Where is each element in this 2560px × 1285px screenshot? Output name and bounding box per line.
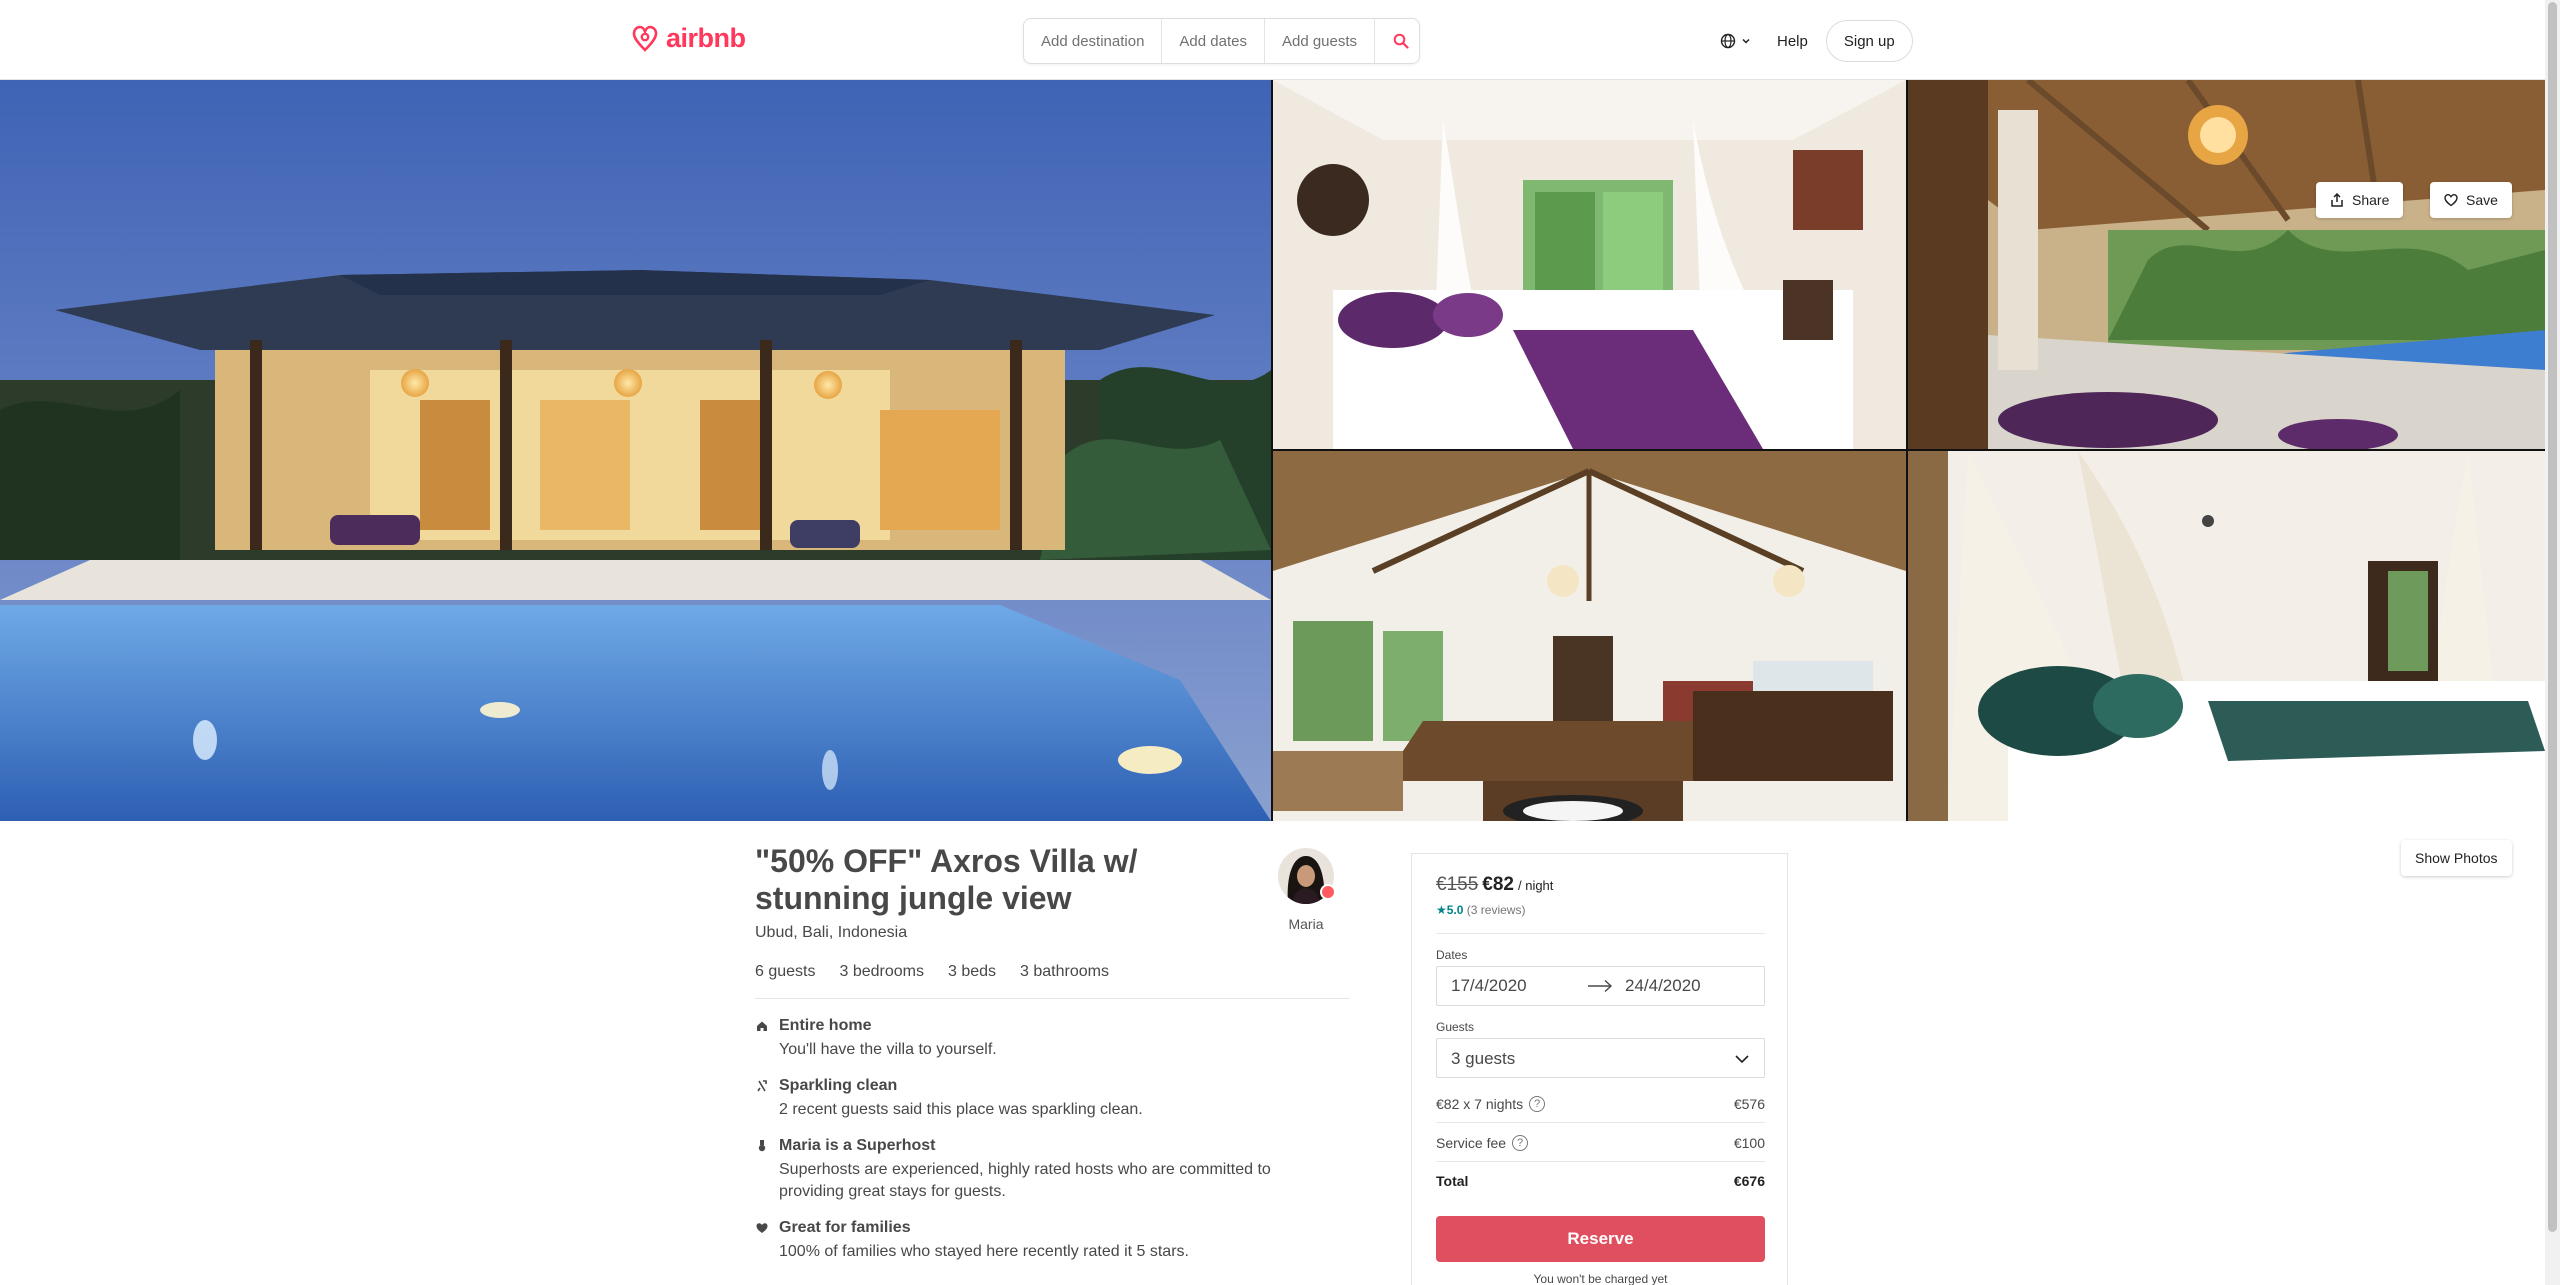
feature-title: Sparkling clean: [779, 1077, 898, 1094]
rating-summary[interactable]: ★5.0 (3 reviews): [1436, 903, 1525, 917]
bedroom-purple-image: [1273, 80, 1906, 449]
chevron-down-icon: [1742, 38, 1750, 44]
share-button[interactable]: Share: [2316, 182, 2404, 218]
sparkle-icon: [757, 1080, 767, 1092]
help-link[interactable]: Help: [1777, 33, 1808, 50]
booking-card: €155 €82 / night ★5.0 (3 reviews) Dates …: [1411, 853, 1788, 1285]
arrow-right-icon: [1588, 979, 1613, 993]
photo-bedroom-purple[interactable]: [1273, 80, 1906, 449]
share-label: Share: [2352, 192, 2390, 208]
feature-description: You'll have the villa to yourself.: [779, 1041, 997, 1058]
feature-description: 2 recent guests said this place was spar…: [779, 1101, 1143, 1118]
living-pool-image: [1908, 80, 2545, 449]
stat-bathrooms: 3 bathrooms: [1020, 963, 1109, 980]
photo-dining-kitchen[interactable]: [1273, 451, 1906, 821]
total-label: Total: [1436, 1173, 1469, 1189]
service-fee-row: Service fee ? €100: [1436, 1135, 1765, 1151]
home-icon: [757, 1021, 767, 1031]
nights-label: €82 x 7 nights: [1436, 1096, 1524, 1112]
per-night-label: / night: [1517, 878, 1554, 893]
airbnb-logo-icon: [632, 25, 658, 52]
photo-bedroom-teal[interactable]: [1908, 451, 2545, 821]
guests-label: Guests: [1436, 1020, 1475, 1034]
globe-icon: [1720, 33, 1736, 49]
rating-value: ★5.0: [1436, 903, 1464, 917]
airbnb-logo[interactable]: airbnb: [630, 22, 746, 54]
logo-text: airbnb: [666, 22, 746, 53]
listing-location[interactable]: Ubud, Bali, Indonesia: [755, 924, 907, 942]
share-icon: [2331, 193, 2343, 207]
review-count: (3 reviews): [1466, 903, 1526, 917]
feature-description: Superhosts are experienced, highly rated…: [779, 1161, 1271, 1200]
check-out-date[interactable]: 24/4/2020: [1625, 976, 1701, 996]
save-label: Save: [2466, 192, 2498, 208]
search-button[interactable]: [1375, 19, 1427, 63]
service-fee-label: Service fee: [1436, 1135, 1507, 1151]
add-dates-button[interactable]: Add dates: [1162, 19, 1265, 63]
dates-label: Dates: [1436, 948, 1468, 962]
date-range-picker[interactable]: 17/4/2020 24/4/2020: [1436, 966, 1765, 1006]
guests-value: 3 guests: [1451, 1049, 1516, 1068]
superhost-badge-icon: [1320, 884, 1336, 900]
reserve-button[interactable]: Reserve: [1436, 1216, 1765, 1262]
nights-cost-row: €82 x 7 nights ? €576: [1436, 1096, 1765, 1112]
signup-button[interactable]: Sign up: [1825, 20, 1913, 62]
medal-icon: [758, 1140, 766, 1152]
discounted-price: €82: [1482, 874, 1514, 895]
scrollbar-thumb[interactable]: [2548, 2, 2557, 1232]
total-amount: €676: [1733, 1173, 1765, 1189]
stat-beds: 3 beds: [947, 963, 997, 980]
stat-guests: 6 guests: [755, 963, 816, 980]
feature-description: 100% of families who stayed here recentl…: [779, 1243, 1189, 1260]
heart-icon: [2444, 193, 2458, 207]
original-price: €155: [1436, 874, 1479, 895]
card-divider: [1436, 1122, 1765, 1123]
question-icon[interactable]: ?: [1512, 1135, 1529, 1151]
feature-title: Maria is a Superhost: [779, 1137, 936, 1154]
feature-title: Entire home: [779, 1017, 872, 1034]
no-charge-note: You won't be charged yet: [1533, 1272, 1668, 1285]
heart-icon: [756, 1223, 768, 1233]
dining-kitchen-image: [1273, 451, 1906, 821]
price-row: €155 €82 / night: [1436, 874, 1553, 896]
total-row: Total €676: [1436, 1173, 1765, 1189]
search-icon: [1393, 33, 1409, 49]
add-guests-button[interactable]: Add guests: [1265, 19, 1376, 63]
photo-villa-exterior[interactable]: [0, 80, 1271, 821]
bedroom-teal-image: [1908, 451, 2545, 821]
add-destination-button[interactable]: Add destination: [1024, 19, 1163, 63]
search-bar[interactable]: Add destination Add dates Add guests: [1023, 18, 1420, 64]
card-divider: [1436, 933, 1765, 934]
language-selector[interactable]: [1720, 33, 1751, 49]
show-photos-button[interactable]: Show Photos: [2401, 840, 2512, 876]
question-icon[interactable]: ?: [1529, 1096, 1546, 1112]
photo-living-pool[interactable]: [1908, 80, 2545, 449]
nights-amount: €576: [1733, 1096, 1765, 1112]
feature-title: Great for families: [779, 1219, 911, 1236]
section-divider: [755, 998, 1350, 999]
page-scrollbar[interactable]: [2545, 0, 2560, 1285]
card-divider: [1436, 1161, 1765, 1162]
photo-gallery: Share Save Show Photos: [0, 80, 2545, 876]
save-button[interactable]: Save: [2430, 182, 2512, 218]
chevron-down-icon: [1735, 1055, 1749, 1064]
host-profile[interactable]: [1278, 848, 1336, 904]
listing-title: "50% OFF" Axros Villa w/ stunning jungle…: [755, 843, 1138, 916]
check-in-date[interactable]: 17/4/2020: [1451, 976, 1527, 996]
service-fee-amount: €100: [1733, 1135, 1765, 1151]
villa-exterior-image: [0, 80, 1271, 821]
top-nav: airbnb Add destination Add dates Add gue…: [0, 0, 2545, 80]
guests-select[interactable]: 3 guests: [1436, 1038, 1765, 1078]
stat-bedrooms: 3 bedrooms: [839, 963, 924, 980]
listing-stats: 6 guests 3 bedrooms 3 beds 3 bathrooms: [755, 963, 1109, 981]
host-name[interactable]: Maria: [1258, 916, 1354, 932]
